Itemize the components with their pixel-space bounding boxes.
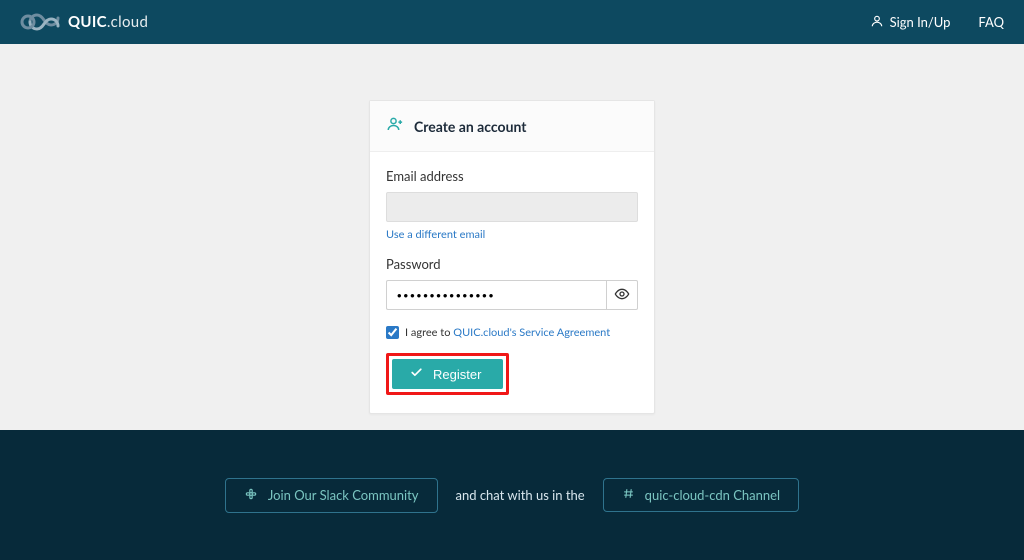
password-field-group: Password (386, 256, 638, 310)
user-plus-icon (386, 115, 404, 137)
agreement-row: I agree to QUIC.cloud's Service Agreemen… (386, 326, 638, 339)
card-body: Email address Use a different email Pass… (370, 152, 654, 413)
main-area: Create an account Email address Use a di… (0, 44, 1024, 430)
channel-button[interactable]: quic-cloud-cdn Channel (603, 478, 799, 512)
faq-link[interactable]: FAQ (978, 14, 1004, 30)
eye-icon (614, 286, 630, 305)
slack-icon (244, 487, 258, 504)
top-header: QUIC.cloud Sign In/Up FAQ (0, 0, 1024, 44)
email-label: Email address (386, 168, 638, 184)
register-card: Create an account Email address Use a di… (369, 100, 655, 414)
brand-text: QUIC.cloud (68, 13, 148, 31)
header-nav: Sign In/Up FAQ (870, 14, 1004, 31)
signin-link[interactable]: Sign In/Up (870, 14, 951, 31)
password-visibility-toggle[interactable] (606, 280, 638, 310)
check-icon (410, 366, 423, 382)
brand[interactable]: QUIC.cloud (20, 12, 148, 32)
agree-text: I agree to QUIC.cloud's Service Agreemen… (405, 326, 610, 339)
register-label: Register (433, 367, 481, 382)
use-different-email-link[interactable]: Use a different email (386, 228, 485, 241)
card-header: Create an account (370, 101, 654, 152)
hash-icon (622, 487, 635, 503)
slack-label: Join Our Slack Community (268, 487, 419, 503)
footer: Join Our Slack Community and chat with u… (0, 430, 1024, 560)
channel-label: quic-cloud-cdn Channel (645, 487, 780, 503)
card-title: Create an account (414, 118, 526, 135)
slack-community-button[interactable]: Join Our Slack Community (225, 478, 438, 513)
faq-label: FAQ (978, 14, 1004, 30)
service-agreement-link[interactable]: QUIC.cloud's Service Agreement (453, 326, 610, 339)
password-input-wrap (386, 280, 638, 310)
password-input[interactable] (386, 280, 606, 310)
agree-checkbox[interactable] (386, 326, 399, 339)
password-label: Password (386, 256, 638, 272)
register-highlight: Register (386, 353, 509, 395)
footer-mid-text: and chat with us in the (456, 487, 585, 503)
register-button[interactable]: Register (392, 359, 503, 389)
infinity-logo-icon (20, 12, 60, 32)
user-icon (870, 14, 884, 31)
email-field-group: Email address Use a different email (386, 168, 638, 242)
signin-label: Sign In/Up (890, 14, 951, 30)
email-display (386, 192, 638, 222)
